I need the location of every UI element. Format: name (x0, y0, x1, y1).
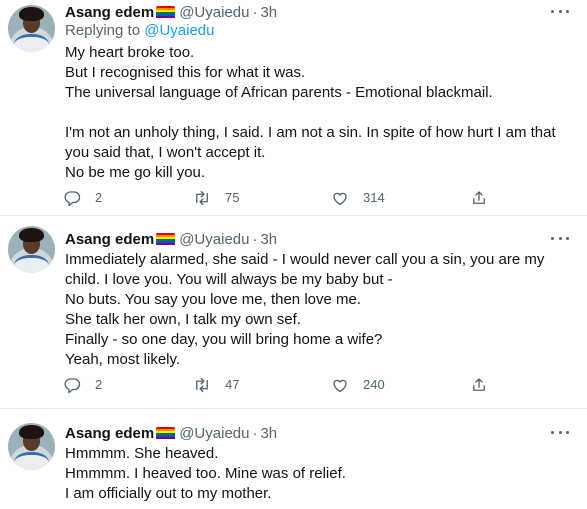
reply-icon (64, 191, 81, 207)
more-icon[interactable] (551, 425, 569, 439)
retweet-icon (196, 190, 208, 206)
separator: · (252, 230, 258, 248)
rainbow-flag-icon (156, 232, 176, 246)
tweet[interactable]: Asang edem @Uyaiedu · 3h Hmmmm. She heav… (0, 409, 587, 509)
author-handle[interactable]: @Uyaiedu (179, 4, 249, 21)
reply-count: 2 (95, 190, 103, 205)
retweet-count: 75 (225, 190, 240, 205)
like-button[interactable]: 240 (331, 375, 385, 395)
share-icon (473, 378, 485, 391)
like-count: 240 (363, 377, 385, 392)
share-icon (473, 191, 485, 204)
reply-button[interactable]: 2 (63, 188, 102, 208)
author-name[interactable]: Asang edem (65, 231, 154, 248)
heart-icon (333, 379, 347, 393)
separator: · (252, 3, 258, 21)
separator: · (252, 424, 258, 442)
tweet-text: Hmmmm. She heaved. Hmmmm. I heaved too. … (65, 445, 346, 502)
timestamp[interactable]: 3h (260, 231, 277, 248)
rainbow-flag-icon (156, 5, 176, 19)
retweet-button[interactable]: 47 (193, 375, 239, 395)
tweet[interactable]: Asang edem @Uyaiedu · 3h Replying to @Uy… (0, 0, 587, 216)
author-name[interactable]: Asang edem (65, 4, 154, 21)
replying-handle[interactable]: @Uyaiedu (144, 22, 214, 39)
author-name[interactable]: Asang edem (65, 425, 154, 442)
retweet-icon (196, 377, 208, 393)
more-icon[interactable] (551, 231, 569, 245)
tweet-actions: 2 47 240 (63, 375, 503, 395)
tweet-text: Immediately alarmed, she said - I would … (65, 251, 545, 368)
retweet-button[interactable]: 75 (193, 188, 239, 208)
tweet-header: Asang edem @Uyaiedu · 3h (65, 2, 277, 22)
timestamp[interactable]: 3h (260, 4, 277, 21)
like-button[interactable]: 314 (331, 188, 385, 208)
tweet-header: Asang edem @Uyaiedu · 3h (65, 229, 277, 249)
avatar[interactable] (8, 226, 55, 273)
tweet-actions: 2 75 314 (63, 188, 503, 208)
reply-icon (64, 378, 81, 394)
timestamp[interactable]: 3h (260, 425, 277, 442)
author-handle[interactable]: @Uyaiedu (179, 231, 249, 248)
avatar[interactable] (8, 423, 55, 470)
tweet-text: My heart broke too. But I recognised thi… (65, 44, 556, 181)
more-icon[interactable] (551, 4, 569, 18)
tweet[interactable]: Asang edem @Uyaiedu · 3h Immediately ala… (0, 216, 587, 409)
share-button[interactable] (470, 375, 502, 395)
share-button[interactable] (470, 188, 502, 208)
tweet-header: Asang edem @Uyaiedu · 3h (65, 423, 277, 443)
retweet-count: 47 (225, 377, 240, 392)
author-handle[interactable]: @Uyaiedu (179, 425, 249, 442)
replying-to: Replying to @Uyaiedu (65, 22, 214, 39)
like-count: 314 (363, 190, 385, 205)
replying-label: Replying to (65, 22, 141, 39)
heart-icon (333, 192, 347, 206)
reply-button[interactable]: 2 (63, 375, 102, 395)
reply-count: 2 (95, 377, 103, 392)
avatar[interactable] (8, 5, 55, 52)
rainbow-flag-icon (156, 426, 176, 440)
